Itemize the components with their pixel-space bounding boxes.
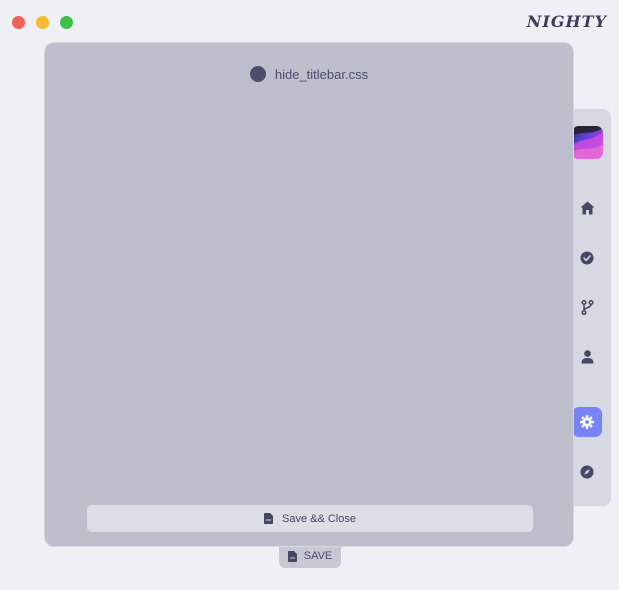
sidebar-item-settings[interactable] (572, 407, 602, 437)
brand-logo: NIGHTY (526, 12, 607, 31)
save-button-label: SAVE (303, 550, 333, 562)
user-icon (581, 350, 593, 364)
file-icon (287, 550, 297, 562)
sidebar-item-explore[interactable] (572, 457, 602, 487)
modal-header: hide_titlebar.css (45, 66, 573, 82)
sidebar-item-branch[interactable] (572, 292, 602, 322)
sidebar-item-home[interactable] (572, 193, 602, 223)
file-editor-modal: hide_titlebar.css Save && Close (44, 42, 574, 547)
save-and-close-label: Save && Close (282, 512, 356, 525)
maximize-window-button[interactable] (60, 16, 73, 29)
save-and-close-button[interactable]: Save && Close (87, 505, 533, 532)
compass-icon (580, 465, 594, 479)
check-circle-icon (580, 251, 594, 265)
file-icon (264, 513, 273, 524)
close-window-button[interactable] (12, 16, 25, 29)
file-status-icon (249, 66, 266, 82)
avatar[interactable] (572, 126, 603, 159)
minimize-window-button[interactable] (36, 16, 49, 29)
gear-icon (580, 415, 594, 429)
avatar-image (572, 126, 603, 159)
sidebar-item-profile[interactable] (572, 342, 602, 372)
file-name: hide_titlebar.css (274, 66, 369, 82)
sidebar-item-check[interactable] (572, 243, 602, 273)
home-icon (580, 201, 594, 215)
window-controls (12, 16, 73, 29)
git-branch-icon (580, 299, 594, 315)
